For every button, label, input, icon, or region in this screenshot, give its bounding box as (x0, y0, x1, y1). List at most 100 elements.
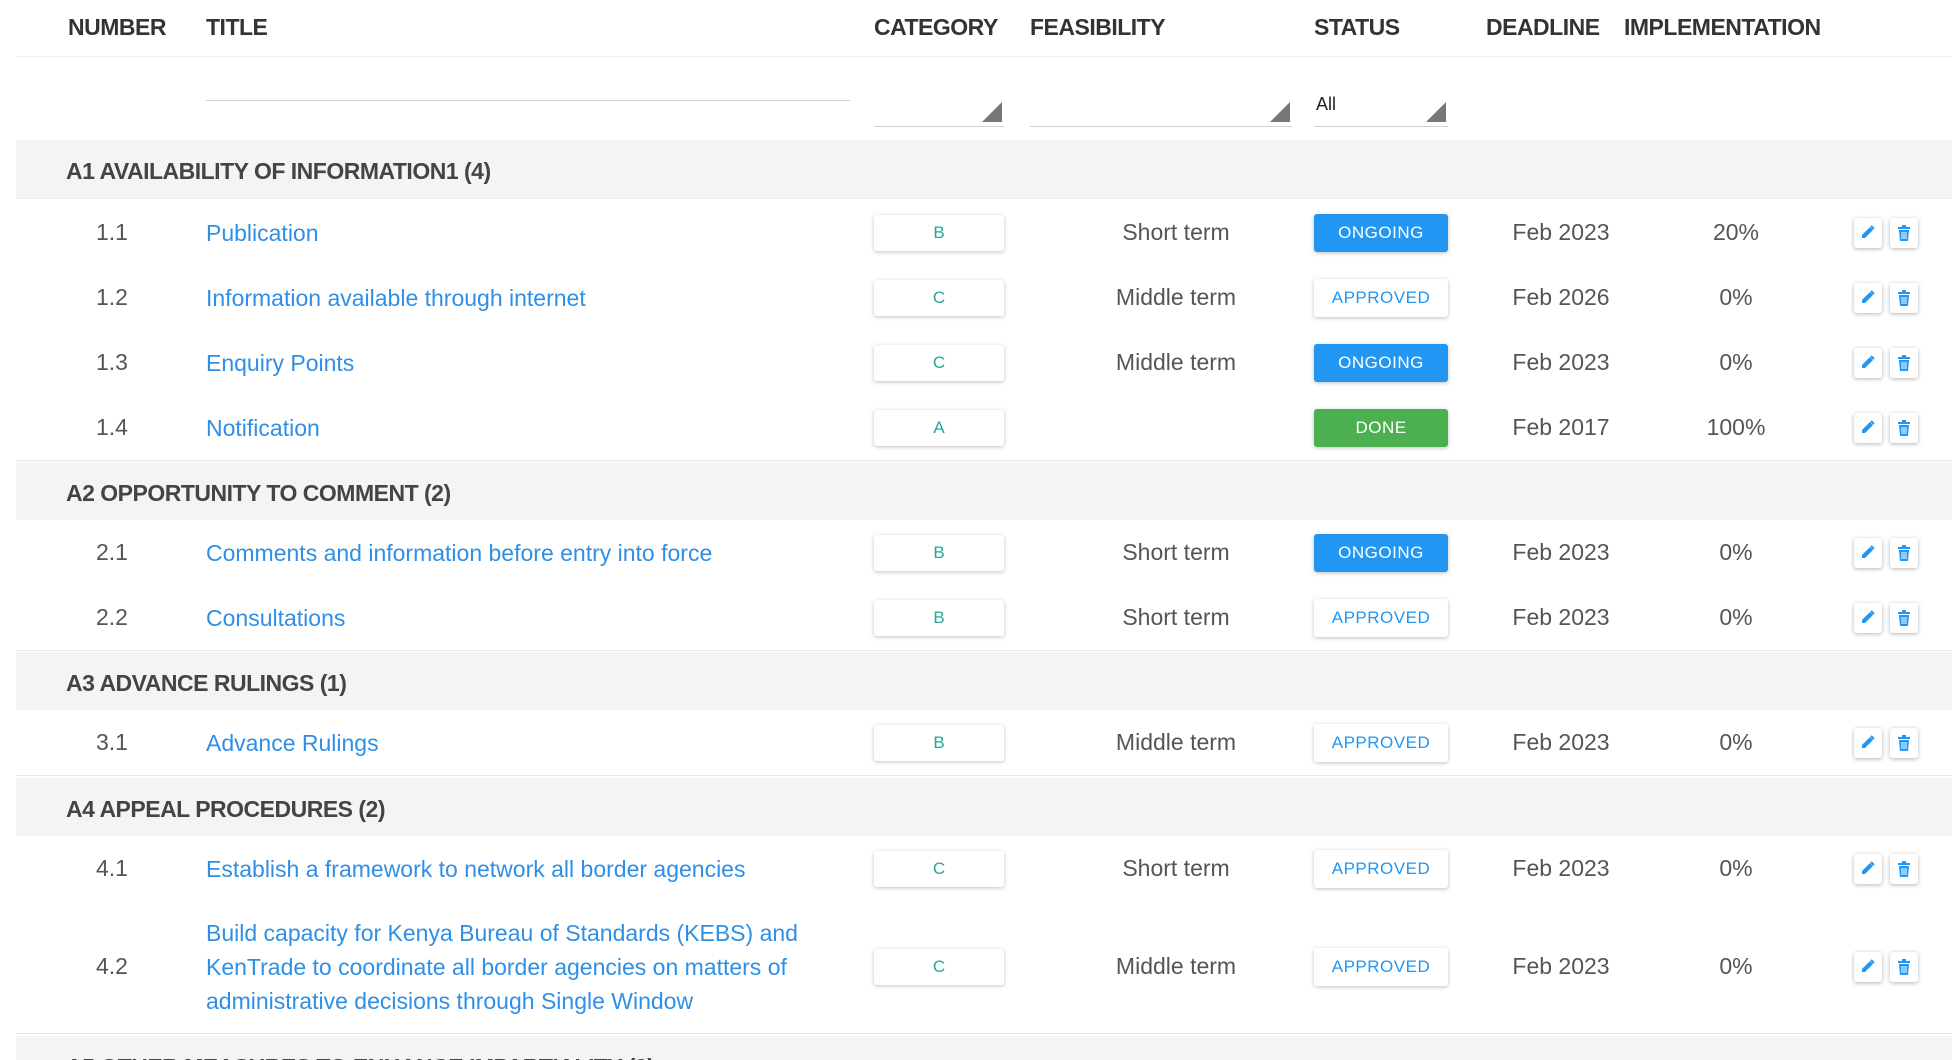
group-header: A3 ADVANCE RULINGS (1) (16, 652, 1952, 711)
table-row: 1.1 Publication B Short term ONGOING Feb 2023… (16, 200, 1952, 266)
implementation-percent: 0% (1719, 538, 1753, 565)
measure-title-link[interactable]: Publication (206, 216, 866, 250)
table-row: 4.2 Build capacity for Kenya Bureau of St… (16, 901, 1952, 1034)
row-number: 4.1 (96, 854, 128, 881)
measure-title-link[interactable]: Notification (206, 411, 866, 445)
delete-button[interactable] (1890, 602, 1918, 633)
pencil-icon (1861, 734, 1875, 753)
column-header-number[interactable]: NUMBER (68, 14, 166, 41)
row-number: 2.2 (96, 603, 128, 630)
table-row: 1.3 Enquiry Points C Middle term ONGOING Feb … (16, 330, 1952, 396)
edit-button[interactable] (1854, 412, 1882, 443)
feasibility-text: Short term (1122, 538, 1230, 565)
filter-row: All (16, 56, 1952, 141)
feasibility-filter-select[interactable] (1030, 82, 1292, 127)
measure-title-link[interactable]: Comments and information before entry in… (206, 536, 866, 570)
edit-button[interactable] (1854, 727, 1882, 758)
implementation-percent: 20% (1712, 218, 1760, 245)
measure-title-link[interactable]: Build capacity for Kenya Bureau of Stand… (206, 916, 866, 1018)
group-title: A1 AVAILABILITY OF INFORMATION1 (4) (66, 158, 491, 184)
deadline-text: Feb 2023 (1512, 348, 1610, 375)
column-header-feasibility[interactable]: FEASIBILITY (1030, 14, 1166, 41)
feasibility-text: Middle term (1115, 283, 1237, 310)
feasibility-text: Middle term (1115, 728, 1237, 755)
implementation-percent: 100% (1706, 413, 1766, 440)
row-number: 1.4 (96, 413, 128, 440)
category-badge: C (874, 279, 1004, 316)
edit-button[interactable] (1854, 952, 1882, 982)
measure-title-link[interactable]: Advance Rulings (206, 726, 866, 760)
deadline-text: Feb 2026 (1512, 283, 1610, 310)
table-row: 4.1 Establish a framework to network all … (16, 836, 1952, 902)
pencil-icon (1861, 419, 1875, 438)
edit-button[interactable] (1854, 853, 1882, 884)
category-badge: B (874, 534, 1004, 571)
delete-button[interactable] (1890, 537, 1918, 568)
delete-button[interactable] (1890, 412, 1918, 443)
trash-icon (1897, 544, 1911, 565)
deadline-text: Feb 2023 (1512, 538, 1610, 565)
implementation-percent: 0% (1719, 348, 1753, 375)
delete-button[interactable] (1890, 853, 1918, 884)
trash-icon (1897, 609, 1911, 630)
edit-button[interactable] (1854, 602, 1882, 633)
column-header-category[interactable]: CATEGORY (874, 14, 998, 41)
edit-button[interactable] (1854, 217, 1882, 248)
row-number: 1.1 (96, 218, 128, 245)
feasibility-text: Short term (1122, 603, 1230, 630)
edit-button[interactable] (1854, 537, 1882, 568)
feasibility-text: Short term (1122, 218, 1230, 245)
status-badge: APPROVED (1314, 278, 1448, 317)
pencil-icon (1861, 289, 1875, 308)
measure-title-link[interactable]: Information available through internet (206, 281, 866, 315)
pencil-icon (1861, 224, 1875, 243)
group-title: A3 ADVANCE RULINGS (1) (66, 670, 347, 696)
feasibility-text: Middle term (1115, 348, 1237, 375)
dropdown-triangle-icon (982, 102, 1002, 122)
measure-title-link[interactable]: Consultations (206, 601, 866, 635)
status-badge: ONGOING (1314, 533, 1448, 572)
trash-icon (1897, 860, 1911, 881)
deadline-text: Feb 2023 (1512, 953, 1610, 979)
category-badge: C (874, 949, 1004, 985)
category-badge: B (874, 724, 1004, 761)
group-title: A4 APPEAL PROCEDURES (2) (66, 796, 386, 822)
implementation-percent: 0% (1719, 953, 1753, 979)
row-number: 3.1 (96, 728, 128, 755)
delete-button[interactable] (1890, 217, 1918, 248)
delete-button[interactable] (1890, 727, 1918, 758)
column-header-deadline[interactable]: DEADLINE (1486, 14, 1600, 41)
title-filter-input[interactable] (206, 100, 850, 101)
status-badge: ONGOING (1314, 343, 1448, 382)
delete-button[interactable] (1890, 282, 1918, 313)
column-header-status[interactable]: STATUS (1314, 14, 1400, 41)
delete-button[interactable] (1890, 347, 1918, 378)
status-badge: APPROVED (1314, 598, 1448, 637)
delete-button[interactable] (1890, 952, 1918, 982)
category-filter-select[interactable] (874, 82, 1004, 127)
measure-title-link[interactable]: Establish a framework to network all bor… (206, 852, 866, 886)
pencil-icon (1861, 354, 1875, 373)
status-badge: APPROVED (1314, 723, 1448, 762)
measure-title-link[interactable]: Enquiry Points (206, 346, 866, 380)
pencil-icon (1861, 544, 1875, 563)
trash-icon (1897, 354, 1911, 375)
trash-icon (1897, 419, 1911, 440)
trash-icon (1897, 289, 1911, 310)
status-filter-select[interactable]: All (1314, 82, 1448, 127)
column-header-title[interactable]: TITLE (206, 14, 268, 41)
trash-icon (1897, 224, 1911, 245)
pencil-icon (1861, 609, 1875, 628)
edit-button[interactable] (1854, 282, 1882, 313)
measures-table: NUMBER TITLE CATEGORY FEASIBILITY STATUS… (0, 0, 1952, 1060)
edit-button[interactable] (1854, 347, 1882, 378)
implementation-percent: 0% (1719, 854, 1753, 881)
feasibility-text: Short term (1122, 854, 1230, 881)
status-badge: ONGOING (1314, 213, 1448, 252)
dropdown-triangle-icon (1270, 102, 1290, 122)
deadline-text: Feb 2023 (1512, 603, 1610, 630)
column-header-implementation[interactable]: IMPLEMENTATION (1624, 14, 1821, 41)
status-badge: APPROVED (1314, 948, 1448, 986)
category-badge: B (874, 214, 1004, 251)
row-number: 2.1 (96, 538, 128, 565)
